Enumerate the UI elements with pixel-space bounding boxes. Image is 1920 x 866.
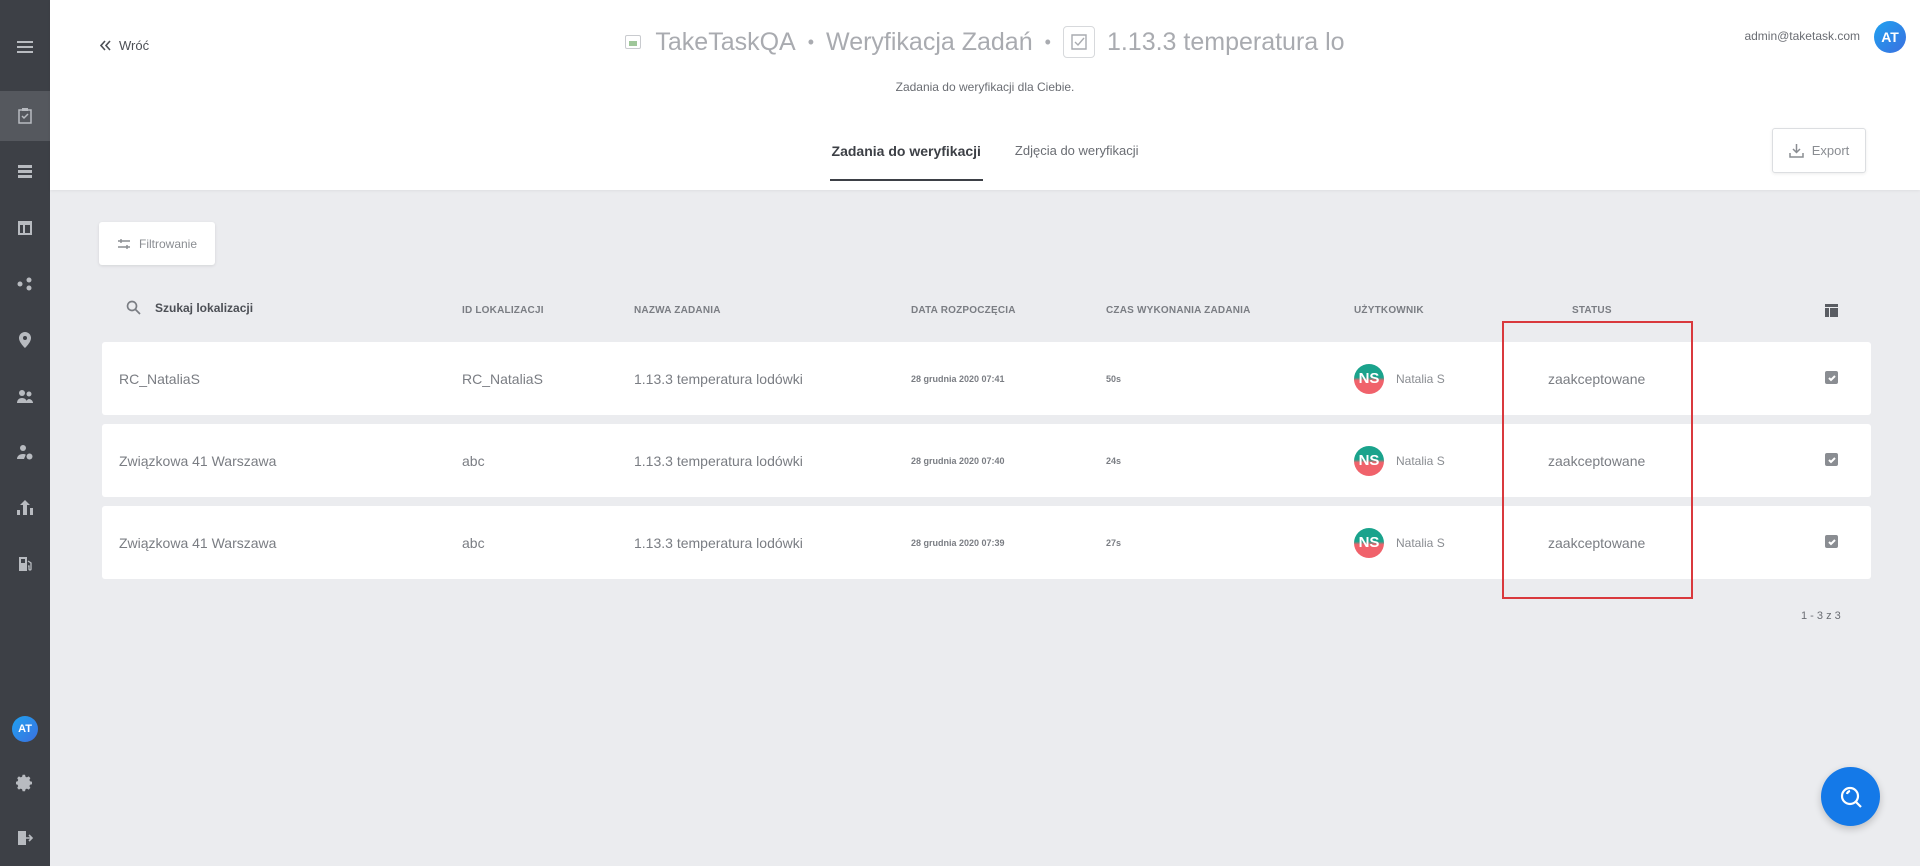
breadcrumb-section[interactable]: Weryfikacja Zadań (826, 28, 1033, 57)
layout-icon[interactable] (0, 203, 50, 253)
cell-duration: 27s (1106, 537, 1122, 548)
table-row[interactable]: Związkowa 41 Warszawa abc 1.13.3 tempera… (102, 506, 1871, 579)
status-badge: zaakceptowane (1548, 534, 1646, 551)
search-icon (1840, 786, 1862, 808)
page-header: Wróć TakeTaskQA • Weryfikacja Zadań • 1.… (50, 0, 1920, 190)
fuel-icon[interactable] (0, 539, 50, 589)
user-email[interactable]: admin@taketask.com (1744, 29, 1860, 43)
cell-user: NS Natalia S (1354, 424, 1445, 497)
location-search[interactable]: Szukaj lokalizacji (126, 300, 253, 315)
cell-start-date: 28 grudnia 2020 07:41 (911, 373, 1005, 384)
cell-location-id: RC_NataliaS (462, 370, 543, 387)
sidebar: AT (0, 0, 50, 866)
gear-icon[interactable] (0, 758, 50, 808)
page-subtitle: Zadania do weryfikacji dla Ciebie. (895, 80, 1075, 94)
cell-task-name: 1.13.3 temperatura lodówki (634, 370, 803, 387)
list-icon[interactable] (0, 147, 50, 197)
help-search-button[interactable] (1821, 767, 1880, 826)
status-badge: zaakceptowane (1548, 452, 1646, 469)
users-icon[interactable] (0, 371, 50, 421)
sliders-icon (117, 238, 130, 249)
column-header-status[interactable]: STATUS (1572, 305, 1612, 316)
cell-start-date: 28 grudnia 2020 07:39 (911, 537, 1005, 548)
avatar: NS (1354, 445, 1384, 476)
breadcrumb: TakeTaskQA • Weryfikacja Zadań • 1.13.3 … (50, 26, 1920, 58)
menu-icon[interactable] (0, 22, 50, 72)
download-icon (1788, 144, 1804, 158)
cell-duration: 50s (1106, 373, 1122, 384)
task-check-icon (1062, 26, 1095, 58)
cell-task-name: 1.13.3 temperatura lodówki (634, 534, 803, 551)
row-checkbox[interactable] (1825, 535, 1838, 548)
breadcrumb-separator: • (1044, 31, 1051, 52)
check-icon (1827, 374, 1836, 381)
user-settings-icon[interactable] (0, 427, 50, 477)
column-header-duration[interactable]: CZAS WYKONANIA ZADANIA (1106, 305, 1251, 316)
cell-user: NS Natalia S (1354, 506, 1445, 579)
breadcrumb-separator: • (807, 31, 815, 52)
logout-icon[interactable] (0, 813, 50, 863)
check-icon (1827, 538, 1836, 545)
row-checkbox[interactable] (1825, 371, 1838, 384)
row-checkbox[interactable] (1825, 453, 1838, 466)
column-header-user[interactable]: UŻYTKOWNIK (1354, 305, 1424, 316)
breadcrumb-task: 1.13.3 temperatura lo (1106, 27, 1345, 56)
user-name: Natalia S (1396, 371, 1445, 386)
tab-bar: Zadania do weryfikacji Zdjęcia do weryfi… (50, 128, 1920, 181)
cell-start-date: 28 grudnia 2020 07:40 (911, 455, 1005, 466)
location-icon[interactable] (0, 315, 50, 365)
export-label: Export (1811, 143, 1850, 158)
user-name: Natalia S (1396, 453, 1445, 468)
pagination-info: 1 - 3 z 3 (1801, 610, 1841, 622)
column-header-location-id[interactable]: ID LOKALIZACJI (462, 305, 544, 316)
export-button[interactable]: Export (1772, 128, 1866, 173)
process-icon[interactable] (0, 259, 50, 309)
avatar: NS (1354, 527, 1384, 558)
cell-duration: 24s (1106, 455, 1122, 466)
table-row[interactable]: Związkowa 41 Warszawa abc 1.13.3 tempera… (102, 424, 1871, 497)
avatar[interactable]: AT (1874, 21, 1906, 53)
check-icon (1827, 456, 1836, 463)
avatar: NS (1354, 363, 1384, 394)
cell-location-id: abc (462, 452, 485, 469)
column-header-task-name[interactable]: NAZWA ZADANIA (634, 305, 721, 316)
cell-location-id: abc (462, 534, 485, 551)
status-badge: zaakceptowane (1548, 370, 1646, 387)
tasks-icon[interactable] (0, 91, 50, 141)
filter-label: Filtrowanie (138, 236, 198, 251)
columns-settings-icon[interactable] (1825, 304, 1838, 317)
table-row[interactable]: RC_NataliaS RC_NataliaS 1.13.3 temperatu… (102, 342, 1871, 415)
broken-image-icon (625, 35, 642, 49)
search-input[interactable]: Szukaj lokalizacji (155, 301, 253, 315)
cell-location: Związkowa 41 Warszawa (119, 534, 277, 551)
user-name: Natalia S (1396, 535, 1445, 550)
chart-icon[interactable] (0, 483, 50, 533)
tab-tasks-verification[interactable]: Zadania do weryfikacji (829, 128, 984, 181)
cell-user: NS Natalia S (1354, 342, 1445, 415)
column-header-start-date[interactable]: DATA ROZPOCZĘCIA (911, 305, 1016, 316)
cell-location: RC_NataliaS (119, 370, 200, 387)
sidebar-avatar[interactable]: AT (12, 716, 38, 742)
filter-button[interactable]: Filtrowanie (99, 222, 215, 265)
search-icon (126, 300, 141, 315)
cell-location: Związkowa 41 Warszawa (119, 452, 277, 469)
breadcrumb-project[interactable]: TakeTaskQA (655, 28, 795, 57)
tab-photos-verification[interactable]: Zdjęcia do weryfikacji (1013, 128, 1141, 179)
cell-task-name: 1.13.3 temperatura lodówki (634, 452, 803, 469)
